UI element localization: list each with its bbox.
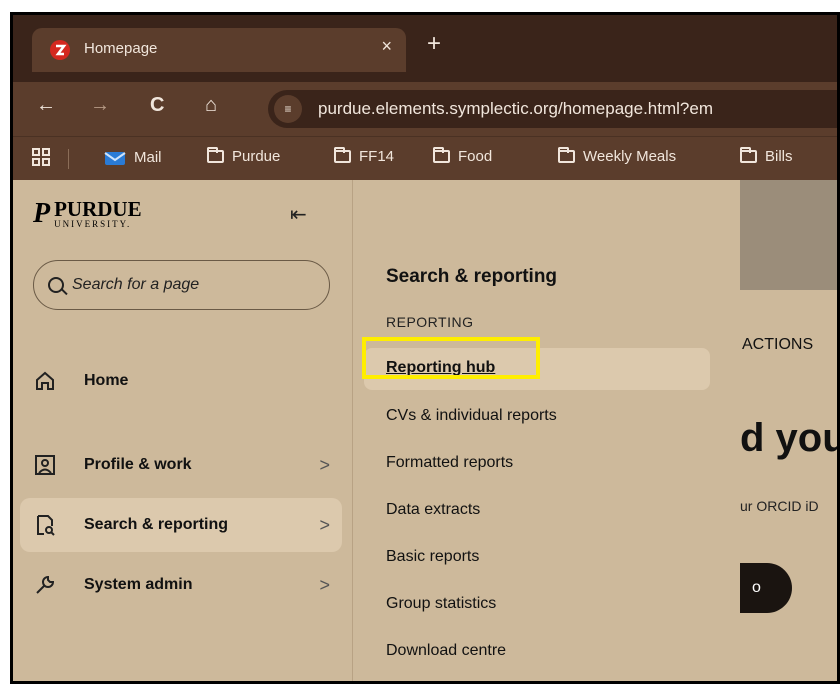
bookmark-weekly-meals[interactable]: Weekly Meals: [558, 147, 677, 165]
main-header-band: [740, 180, 840, 290]
folder-icon: [558, 147, 575, 163]
collapse-sidebar-icon[interactable]: ⇤: [290, 202, 307, 227]
bookmark-purdue[interactable]: Purdue: [207, 147, 281, 165]
url-text[interactable]: purdue.elements.symplectic.org/homepage.…: [318, 99, 713, 119]
search-input[interactable]: Search for a page: [33, 260, 330, 310]
sidebar-item-label: System admin: [84, 576, 193, 593]
sidebar: P PURDUE UNIVERSITY. ⇤ Search for a page…: [10, 180, 353, 684]
home-button-icon[interactable]: ⌂: [205, 94, 217, 117]
orcid-button[interactable]: o: [740, 563, 792, 613]
bookmarks-bar: Mail Purdue FF14 Food Weekly Meals Bills: [10, 136, 840, 180]
tab-homepage[interactable]: Homepage ×: [32, 28, 406, 72]
highlight-annotation: [362, 337, 540, 379]
submenu-item-cvs[interactable]: CVs & individual reports: [386, 407, 557, 425]
browser-toolbar: ← → C ⌂ ≡ purdue.elements.symplectic.org…: [10, 82, 840, 136]
search-placeholder: Search for a page: [72, 276, 200, 293]
submenu-section-heading: REPORTING: [386, 314, 474, 330]
address-bar[interactable]: ≡ purdue.elements.symplectic.org/homepag…: [268, 90, 840, 128]
folder-icon: [433, 147, 450, 163]
bookmarks-divider: [68, 149, 69, 169]
bookmark-label: Mail: [134, 148, 162, 166]
apps-grid-icon[interactable]: [32, 148, 50, 166]
bookmark-label: Weekly Meals: [583, 148, 677, 165]
submenu-item-download-centre[interactable]: Download centre: [386, 642, 506, 660]
mail-icon: [104, 152, 126, 165]
submenu-item-data-extracts[interactable]: Data extracts: [386, 501, 480, 519]
bookmark-label: Bills: [765, 148, 793, 165]
sidebar-item-system-admin[interactable]: System admin >: [20, 558, 342, 612]
sidebar-item-home[interactable]: Home: [20, 354, 342, 408]
sidebar-item-profile[interactable]: Profile & work >: [20, 438, 342, 492]
profile-icon: [35, 455, 55, 475]
back-icon[interactable]: ←: [36, 94, 56, 117]
site-info-icon[interactable]: ≡: [274, 95, 302, 123]
folder-icon: [334, 147, 351, 163]
purdue-p-mark: P: [33, 198, 50, 229]
submenu-item-basic-reports[interactable]: Basic reports: [386, 548, 479, 566]
chevron-right-icon: >: [319, 514, 330, 535]
bookmark-food[interactable]: Food: [433, 147, 493, 165]
sidebar-item-label: Search & reporting: [84, 516, 229, 533]
page-content: P PURDUE UNIVERSITY. ⇤ Search for a page…: [10, 180, 840, 684]
main-heading: d you: [740, 416, 840, 460]
sidebar-item-label: Home: [84, 372, 129, 389]
main-content: ACTIONS d you ur ORCID iD o: [740, 180, 840, 684]
main-subtext: ur ORCID iD: [740, 498, 819, 514]
tab-bar: Homepage × +: [10, 12, 840, 82]
sidebar-item-label: Profile & work: [84, 456, 192, 473]
new-tab-button[interactable]: +: [427, 30, 441, 58]
reload-icon[interactable]: C: [150, 94, 164, 117]
logo-line-1: PURDUE: [54, 197, 142, 221]
symplectic-favicon-icon: [50, 40, 70, 60]
search-reporting-submenu: Search & reporting REPORTING Reporting h…: [354, 180, 740, 684]
bookmark-bills[interactable]: Bills: [740, 147, 793, 165]
forward-icon[interactable]: →: [90, 94, 110, 117]
purdue-logo[interactable]: P PURDUE UNIVERSITY.: [33, 198, 142, 230]
submenu-title: Search & reporting: [386, 266, 558, 287]
folder-icon: [740, 147, 757, 163]
logo-line-2: UNIVERSITY.: [54, 219, 132, 229]
bookmark-label: Purdue: [232, 148, 281, 165]
report-search-icon: [37, 515, 55, 536]
bookmark-mail[interactable]: Mail: [104, 148, 162, 166]
chevron-right-icon: >: [319, 574, 330, 595]
submenu-item-group-statistics[interactable]: Group statistics: [386, 595, 496, 613]
bookmark-label: Food: [458, 148, 493, 165]
chevron-right-icon: >: [319, 454, 330, 475]
folder-icon: [207, 147, 224, 163]
bookmark-ff14[interactable]: FF14: [334, 147, 395, 165]
search-icon: [48, 277, 64, 293]
home-icon: [36, 371, 54, 390]
actions-tab[interactable]: ACTIONS: [742, 336, 813, 354]
submenu-item-formatted-reports[interactable]: Formatted reports: [386, 454, 513, 472]
wrench-icon: [36, 575, 55, 594]
tab-close-icon[interactable]: ×: [381, 36, 392, 57]
sidebar-item-search-reporting[interactable]: Search & reporting >: [20, 498, 342, 552]
tab-title: Homepage: [84, 40, 158, 57]
bookmark-label: FF14: [359, 148, 395, 165]
